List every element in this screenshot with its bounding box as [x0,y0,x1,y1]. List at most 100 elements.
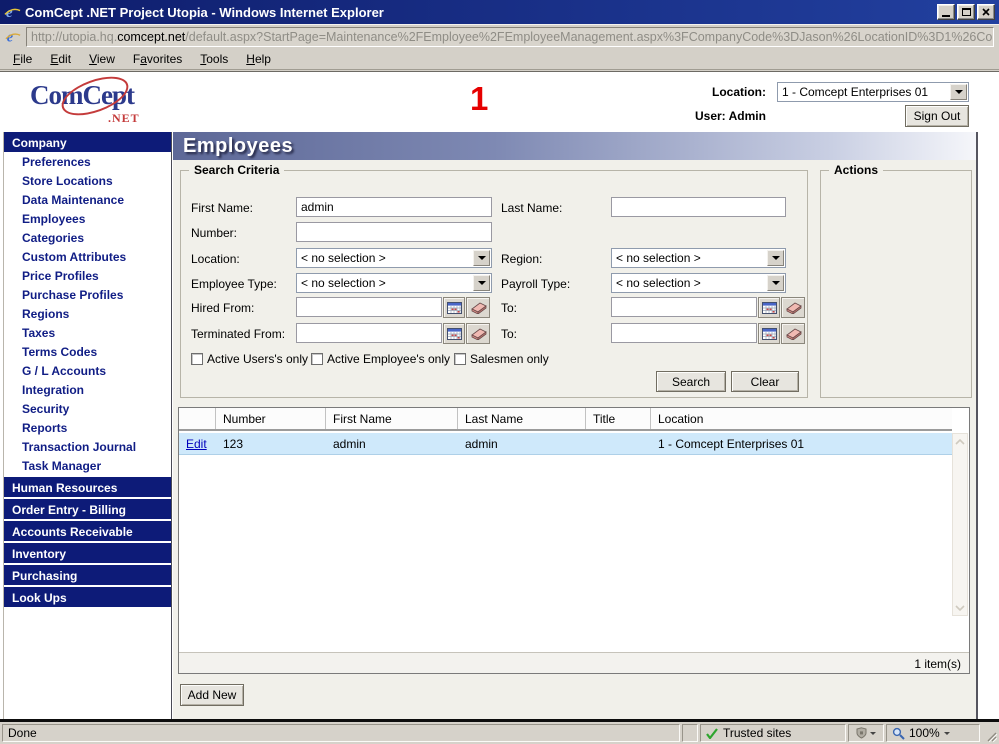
sidebar-item-employees[interactable]: Employees [4,209,171,228]
menu-item-file[interactable]: File [4,49,41,69]
sidebar-item-task-manager[interactable]: Task Manager [4,456,171,475]
hired-from-input[interactable] [296,297,442,317]
hired-to-clear-button[interactable] [781,297,805,318]
sidebar-section-order-entry-billing[interactable]: Order Entry - Billing [4,499,171,519]
row-cell: admin [465,437,498,451]
last-name-input[interactable] [611,197,786,217]
maximize-button[interactable] [957,4,975,20]
menu-item-view[interactable]: View [80,49,124,69]
row-cell: admin [333,437,366,451]
sidebar-item-categories[interactable]: Categories [4,228,171,247]
menu-item-help[interactable]: Help [237,49,280,69]
zoom-level: 100% [909,726,940,740]
status-spacer [682,724,698,742]
last-name-label: Last Name: [501,201,563,215]
status-bar: Done Trusted sites 100% [0,722,999,744]
sidebar-item-terms-codes[interactable]: Terms Codes [4,342,171,361]
sidebar-item-purchase-profiles[interactable]: Purchase Profiles [4,285,171,304]
search-button[interactable]: Search [656,371,726,392]
terminated-from-label: Terminated From: [191,327,286,341]
first-name-input[interactable] [296,197,492,217]
sidebar-item-g-l-accounts[interactable]: G / L Accounts [4,361,171,380]
active-employees-only-option[interactable]: Active Employee's only [311,352,450,366]
terminated-from-input[interactable] [296,323,442,343]
sidebar-section-company[interactable]: Company [4,132,171,152]
menu-item-favorites[interactable]: Favorites [124,49,191,69]
menu-item-edit[interactable]: Edit [41,49,80,69]
menu-bar: File Edit View Favorites Tools Help [0,48,999,70]
protected-mode-button[interactable] [848,724,884,742]
chevron-down-icon[interactable] [473,275,490,291]
close-button[interactable] [977,4,995,20]
sidebar-item-regions[interactable]: Regions [4,304,171,323]
terminated-from-calendar-button[interactable] [443,323,465,344]
address-input[interactable]: http://utopia.hq. comcept.net/default.asp… [26,26,994,47]
sidebar-section-inventory[interactable]: Inventory [4,543,171,563]
payroll-type-label: Payroll Type: [501,277,571,291]
actions-fieldset: Actions [820,163,972,398]
hired-from-calendar-button[interactable] [443,297,465,318]
results-scrollbar[interactable] [952,433,968,616]
logo-net-label: .NET [108,111,140,125]
location-filter-label: Location: [191,252,240,266]
scroll-up-icon[interactable] [953,434,967,449]
eraser-icon [786,328,802,340]
column-header-last-name: Last Name [458,408,586,429]
region-label: Region: [501,252,543,266]
number-input[interactable] [296,222,492,242]
chevron-down-icon[interactable] [950,84,967,100]
url-domain: comcept.net [117,29,186,44]
location-select[interactable]: < no selection > [296,248,492,268]
checkbox[interactable] [454,353,466,365]
sidebar-section-purchasing[interactable]: Purchasing [4,565,171,585]
minimize-button[interactable] [937,4,955,20]
hired-from-clear-button[interactable] [466,297,490,318]
terminated-to-calendar-button[interactable] [758,323,780,344]
resize-grip[interactable] [982,724,997,742]
employee-type-select[interactable]: < no selection > [296,273,492,293]
payroll-type-select[interactable]: < no selection > [611,273,786,293]
edit-link[interactable]: Edit [186,437,207,451]
scroll-down-icon[interactable] [953,600,967,615]
row-cell: 1 - Comcept Enterprises 01 [658,437,805,451]
sidebar-item-taxes[interactable]: Taxes [4,323,171,342]
terminated-from-clear-button[interactable] [466,323,490,344]
sidebar-section-human-resources[interactable]: Human Resources [4,477,171,497]
page-header: ComCept .NET 1 Location: 1 - Comcept Ent… [0,72,999,132]
sidebar-item-transaction-journal[interactable]: Transaction Journal [4,437,171,456]
active-users-only-option[interactable]: Active Users's only [191,352,308,366]
sidebar-item-integration[interactable]: Integration [4,380,171,399]
header-location-select[interactable]: 1 - Comcept Enterprises 01 [777,82,969,102]
sidebar-item-data-maintenance[interactable]: Data Maintenance [4,190,171,209]
checkbox[interactable] [311,353,323,365]
sidebar-item-security[interactable]: Security [4,399,171,418]
chevron-down-icon[interactable] [767,250,784,266]
sidebar-item-preferences[interactable]: Preferences [4,152,171,171]
terminated-to-input[interactable] [611,323,757,343]
main-content: Employees Search Criteria First Name: La… [173,132,978,719]
sidebar-item-custom-attributes[interactable]: Custom Attributes [4,247,171,266]
column-header-number: Number [216,408,326,429]
number-label: Number: [191,226,238,240]
add-new-button[interactable]: Add New [180,684,244,706]
security-zone: Trusted sites [700,724,846,742]
checkbox[interactable] [191,353,203,365]
chevron-down-icon[interactable] [473,250,490,266]
menu-item-tools[interactable]: Tools [191,49,237,69]
sidebar-section-accounts-receivable[interactable]: Accounts Receivable [4,521,171,541]
clear-button[interactable]: Clear [731,371,799,392]
salesmen-only-option[interactable]: Salesmen only [454,352,549,366]
hired-to-calendar-button[interactable] [758,297,780,318]
hired-to-input[interactable] [611,297,757,317]
sidebar-item-store-locations[interactable]: Store Locations [4,171,171,190]
terminated-to-clear-button[interactable] [781,323,805,344]
sidebar-item-reports[interactable]: Reports [4,418,171,437]
chevron-down-icon[interactable] [767,275,784,291]
sidebar-section-look-ups[interactable]: Look Ups [4,587,171,607]
region-select[interactable]: < no selection > [611,248,786,268]
items-count: 1 item(s) [179,652,969,673]
header-location-value: 1 - Comcept Enterprises 01 [782,85,929,99]
sign-out-button[interactable]: Sign Out [905,105,969,127]
sidebar-item-price-profiles[interactable]: Price Profiles [4,266,171,285]
zoom-control[interactable]: 100% [886,724,980,742]
